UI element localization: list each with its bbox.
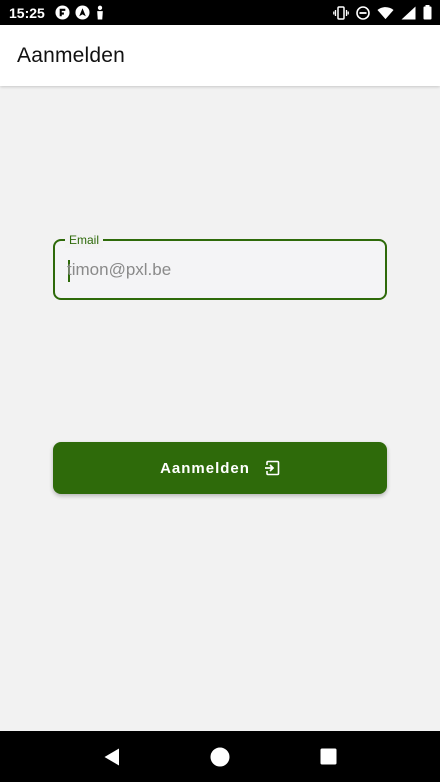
email-input[interactable] [67, 241, 367, 298]
page-title: Aanmelden [17, 43, 126, 67]
navigation-bar [0, 731, 440, 782]
email-field[interactable]: Email [53, 232, 387, 300]
home-icon[interactable] [200, 737, 240, 777]
login-button-label: Aanmelden [160, 459, 250, 477]
accessibility-icon [95, 5, 105, 20]
do-not-disturb-icon [356, 5, 370, 20]
back-icon[interactable] [92, 737, 132, 777]
login-button[interactable]: Aanmelden [53, 442, 387, 494]
recents-icon[interactable] [308, 737, 348, 777]
screen: 15:25 Aanmelden Email timon@pxl.be Aanme… [0, 0, 440, 782]
signal-icon [401, 6, 416, 20]
status-left-icons [55, 5, 105, 20]
flipboard-icon [55, 5, 70, 20]
status-right-icons [333, 5, 432, 20]
vibrate-icon [333, 5, 349, 20]
app-bar: Aanmelden [0, 25, 440, 86]
status-time: 15:25 [9, 4, 45, 21]
navigation-app-icon [75, 5, 90, 20]
login-icon [263, 460, 280, 476]
status-bar: 15:25 [0, 0, 440, 25]
battery-icon [423, 5, 432, 20]
wifi-icon [377, 6, 394, 20]
